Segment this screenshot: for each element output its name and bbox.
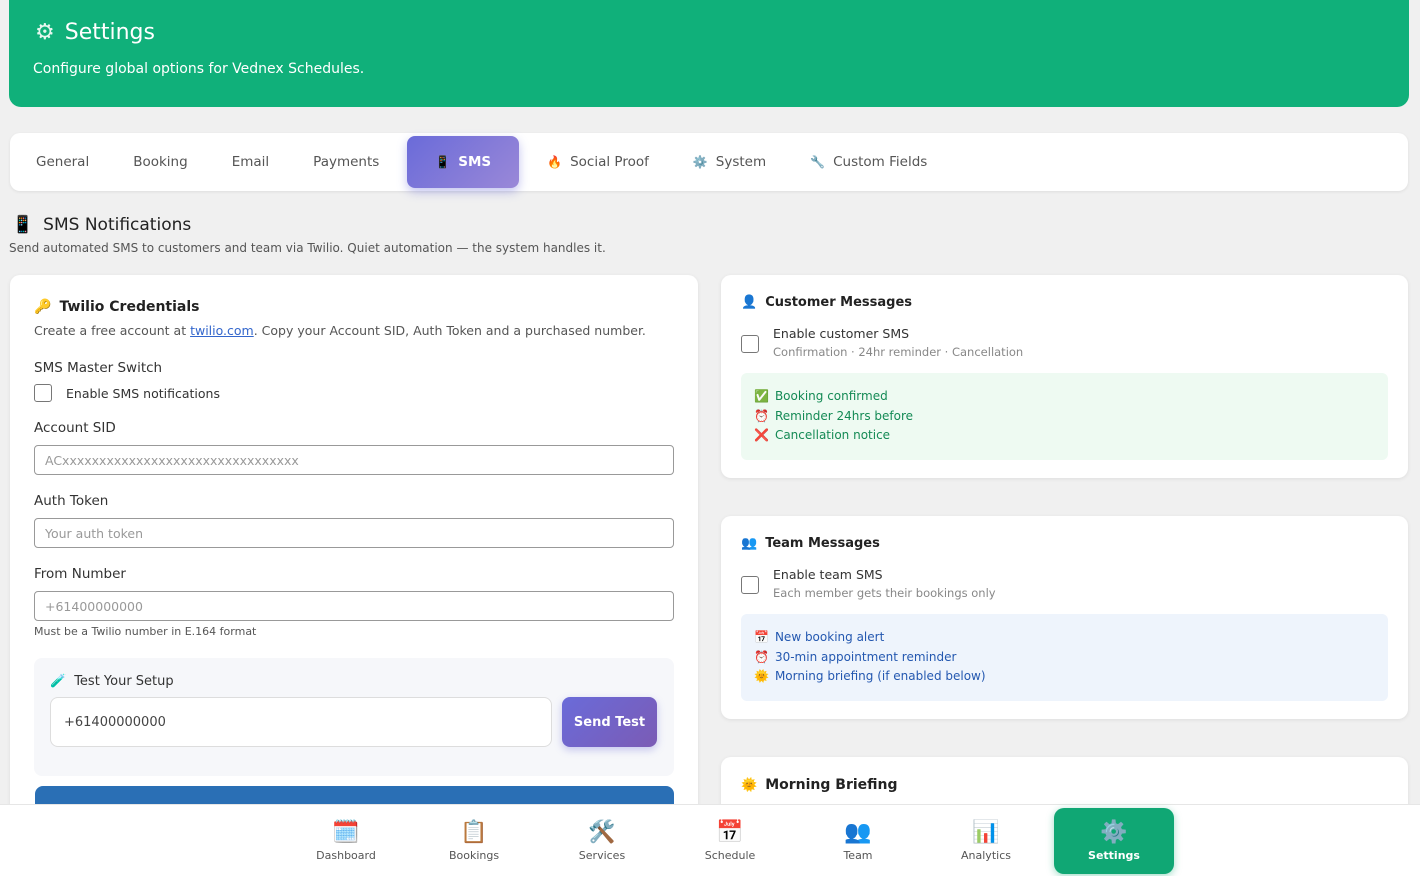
cross-icon: ❌ [754,428,769,442]
test-number-input[interactable]: +61400000000 [50,697,552,747]
list-item: ⏰ Reminder 24hrs before [754,407,1375,427]
wrench-icon: 🔧 [810,155,826,169]
fire-icon: 🔥 [547,155,563,169]
alarm-clock-icon: ⏰ [754,649,769,664]
gear-icon: ⚙ [35,20,55,45]
tools-icon: 🛠️ [588,819,616,845]
nav-schedule[interactable]: 📅 Schedule [670,808,790,874]
nav-settings[interactable]: ⚙️ Settings [1054,808,1174,874]
enable-team-sms-checkbox[interactable] [741,576,759,594]
sun-icon: 🌞 [741,777,758,793]
people-icon: 👥 [844,819,872,845]
from-number-input[interactable]: +61400000000 [34,591,674,621]
enable-team-sms-label: Enable team SMS [773,567,883,582]
clipboard-icon: 📋 [460,819,488,845]
page-subtitle: Configure global options for Vednex Sche… [33,61,365,77]
twilio-credentials-card: 🔑 Twilio Credentials Create a free accou… [10,275,698,815]
phone-icon: 📱 [435,155,451,169]
list-item: 🌞 Morning briefing (if enabled below) [754,667,1375,687]
section-subtitle: Send automated SMS to customers and team… [9,241,606,255]
tab-booking[interactable]: Booking [111,136,209,188]
phone-icon: 📱 [12,215,34,235]
bar-chart-icon: 📊 [972,819,1000,845]
calendar-grid-icon: 🗓️ [332,819,360,845]
nav-dashboard[interactable]: 🗓️ Dashboard [286,808,406,874]
customer-messages-list: ✅ Booking confirmed ⏰ Reminder 24hrs befor… [741,373,1388,460]
send-test-button[interactable]: Send Test [562,697,657,747]
enable-customer-sms-checkbox[interactable] [741,335,759,353]
check-icon: ✅ [754,389,769,403]
test-setup-title: Test Your Setup [74,674,174,689]
nav-bookings[interactable]: 📋 Bookings [414,808,534,874]
tab-payments[interactable]: Payments [291,136,401,188]
twilio-link[interactable]: twilio.com [190,323,254,338]
enable-customer-sms-row[interactable]: Enable customer SMS Confirmation · 24hr … [741,326,1388,359]
list-item: ⏰ 30-min appointment reminder [754,648,1375,668]
gear-icon: ⚙️ [1100,819,1128,845]
page-header: ⚙ Settings Configure global options for … [9,0,1409,107]
team-messages-card: 👥 Team Messages Enable team SMS Each mem… [721,516,1408,719]
page-title: Settings [64,20,155,45]
account-sid-input[interactable]: ACxxxxxxxxxxxxxxxxxxxxxxxxxxxxxxxx [34,445,674,475]
twilio-description: Create a free account at twilio.com. Cop… [34,323,646,338]
nav-services[interactable]: 🛠️ Services [542,808,662,874]
card-title: Twilio Credentials [59,299,200,315]
bottom-nav: 🗓️ Dashboard 📋 Bookings 🛠️ Services 📅 Sc… [0,804,1420,876]
nav-analytics[interactable]: 📊 Analytics [926,808,1046,874]
enable-customer-sms-sub: Confirmation · 24hr reminder · Cancellat… [773,345,1024,359]
team-messages-title: Team Messages [765,536,880,551]
tab-system[interactable]: ⚙️ System [671,136,788,188]
list-item: ✅ Booking confirmed [754,387,1375,407]
master-switch-label: SMS Master Switch [34,360,163,376]
enable-sms-row[interactable]: Enable SMS notifications [34,384,674,402]
people-icon: 👥 [741,536,758,551]
section-title: 📱 SMS Notifications [12,215,192,235]
team-messages-list: 📅 New booking alert ⏰ 30-min appointment r… [741,614,1388,701]
from-number-hint: Must be a Twilio number in E.164 format [34,625,257,638]
auth-token-label: Auth Token [34,493,109,509]
list-item: ❌ Cancellation notice [754,426,1375,446]
enable-team-sms-sub: Each member gets their bookings only [773,586,996,600]
tab-email[interactable]: Email [210,136,291,188]
test-tube-icon: 🧪 [50,674,67,689]
tab-sms[interactable]: 📱 SMS [407,136,520,188]
enable-sms-checkbox[interactable] [34,384,52,402]
key-icon: 🔑 [34,299,52,315]
customer-messages-title: Customer Messages [765,295,913,310]
morning-briefing-title: Morning Briefing [765,777,898,793]
settings-tabs: General Booking Email Payments 📱 SMS 🔥 S… [10,133,1408,191]
calendar-icon: 📅 [716,819,744,845]
auth-token-input[interactable]: Your auth token [34,518,674,548]
tab-custom-fields[interactable]: 🔧 Custom Fields [788,136,949,188]
person-icon: 👤 [741,295,758,310]
calendar-icon: 📅 [754,630,769,644]
gear-icon: ⚙️ [692,155,708,169]
enable-sms-label: Enable SMS notifications [66,385,220,401]
tab-social-proof[interactable]: 🔥 Social Proof [525,136,671,188]
alarm-clock-icon: ⏰ [754,408,769,423]
tab-general[interactable]: General [14,136,111,188]
nav-team[interactable]: 👥 Team [798,808,918,874]
list-item: 📅 New booking alert [754,628,1375,648]
customer-messages-card: 👤 Customer Messages Enable customer SMS … [721,275,1408,478]
enable-team-sms-row[interactable]: Enable team SMS Each member gets their b… [741,567,1388,600]
enable-customer-sms-label: Enable customer SMS [773,326,910,341]
sun-icon: 🌞 [754,669,769,683]
test-setup-box: 🧪 Test Your Setup +61400000000 Send Test [34,658,674,776]
account-sid-label: Account SID [34,420,116,436]
from-number-label: From Number [34,566,126,582]
